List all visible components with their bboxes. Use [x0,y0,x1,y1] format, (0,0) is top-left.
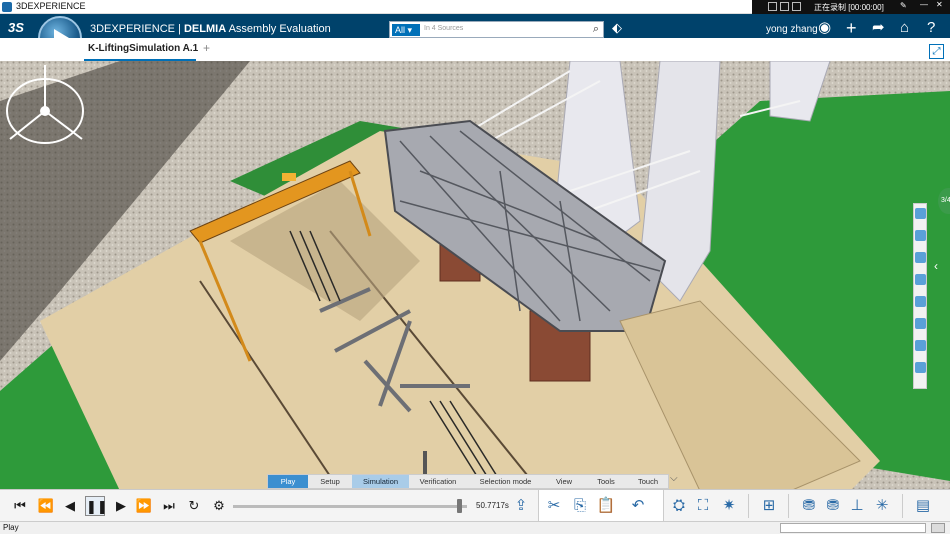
search-bar[interactable]: All ▾ In 4 Sources ⌕ [389,21,604,38]
search-scope-dropdown[interactable]: All ▾ [392,24,420,36]
help-icon[interactable]: ? [927,19,935,37]
mechanism-tool-icon[interactable]: ✷ [718,495,740,517]
tool-icon[interactable] [915,230,926,241]
chevron-down-icon[interactable]: ⌵ [670,473,682,487]
export-icon[interactable]: ⇪ [510,495,532,517]
device-tool-icon[interactable]: ⛶ [692,495,714,517]
scene-render [0,61,950,491]
user-name[interactable]: yong zhang [766,24,818,35]
tool-icon[interactable] [915,274,926,285]
tool-icon[interactable] [915,318,926,329]
tab-setup[interactable]: Setup [308,475,352,488]
tab-k-liftingsimulation[interactable]: K-LiftingSimulation A.1 [88,43,198,54]
tab-touch[interactable]: Touch [628,475,668,488]
home-icon[interactable]: ⌂ [900,19,909,37]
chevron-left-icon[interactable]: ‹ [934,259,938,273]
command-button[interactable] [931,523,945,533]
search-icon[interactable]: ⌕ [593,23,599,36]
copy-icon[interactable]: ⎘ [569,495,591,517]
compass-axis-y [44,110,83,140]
action-bar: ⏮ ⏪ ◀ ❚❚ ▶ ⏩ ⏭ ↻ ⚙ 50.7717s ⇪ ✂ ⎘ 📋 ↶ ⛭ … [0,489,950,522]
record-icon[interactable] [768,2,777,11]
add-tab-button[interactable]: + [203,41,210,55]
cut-icon[interactable]: ✂ [543,495,565,517]
app-title: 3DEXPERIENCE | DELMIA Assembly Evaluatio… [90,23,331,35]
analysis-tool-icon[interactable]: ✳ [871,495,893,517]
tool-icon[interactable] [915,296,926,307]
tool-icon[interactable] [915,340,926,351]
time-readout: 50.7717s [476,501,509,510]
skip-to-end-button[interactable]: ⏭ [159,496,179,516]
edit-tool-group: ✂ ⎘ 📋 ↶ [538,490,664,522]
tab-verification[interactable]: Verification [409,475,467,488]
minimize-button[interactable]: — [920,0,928,9]
save-icon[interactable]: ▤ [912,495,934,517]
tool-icon[interactable] [915,252,926,263]
document-tab-bar: K-LiftingSimulation A.1 + [0,38,950,61]
tab-play[interactable]: Play [268,475,308,488]
undo-icon[interactable]: ↶ [627,495,649,517]
status-bar: Play [0,521,950,534]
pause-record-icon[interactable] [780,2,789,11]
pause-button[interactable]: ❚❚ [85,496,108,516]
separator [902,494,903,518]
tag-icon[interactable]: ⬖ [612,20,622,36]
window-title: 3DEXPERIENCE [16,1,86,11]
close-button[interactable]: ✕ [936,0,943,9]
stop-record-icon[interactable] [792,2,801,11]
recording-bar: 正在录制 [00:00:00] ✎ — ✕ [752,0,950,14]
command-tabs: Play Setup Simulation Verification Selec… [267,474,669,489]
command-input[interactable] [780,523,926,533]
paste-icon[interactable]: 📋 [595,495,617,517]
tab-tools[interactable]: Tools [584,475,628,488]
step-back-button[interactable]: ⏪ [36,496,56,516]
compass-center [40,106,50,116]
3d-viewport[interactable]: 3/4 ‹ [0,61,950,491]
viewport-side-toolbar [913,203,927,389]
recording-status: 正在录制 [00:00:00] [814,3,884,12]
loop-button[interactable]: ↻ [184,496,204,516]
app-brand: DELMIA [183,23,227,35]
app-window-icon [2,2,12,12]
view-compass[interactable] [0,61,90,151]
add-icon[interactable]: + [846,19,857,37]
tool-icon[interactable] [915,208,926,219]
app-name: Assembly Evaluation [226,23,331,35]
tab-simulation[interactable]: Simulation [352,475,409,488]
assembly-tool-icon[interactable]: ⛃ [798,495,820,517]
separator [748,494,749,518]
tab-view[interactable]: View [544,475,584,488]
play-forward-button[interactable]: ▶ [111,496,131,516]
status-text: Play [3,523,19,532]
brand-name: 3DEXPERIENCE [90,23,175,35]
timeline-slider-thumb[interactable] [457,499,463,513]
compass-axis-x [9,110,46,140]
tab-selection-mode[interactable]: Selection mode [467,475,544,488]
skip-to-start-button[interactable]: ⏮ [10,496,30,516]
crane-trolley [282,173,296,181]
assembly-tool-icon[interactable]: ⛃ [822,495,844,517]
timeline-slider[interactable] [233,505,467,508]
step-forward-button[interactable]: ⏩ [134,496,154,516]
tool-icon[interactable] [915,362,926,373]
pen-icon[interactable]: ✎ [900,1,907,10]
search-input[interactable]: In 4 Sources [424,25,463,32]
hierarchy-tool-icon[interactable]: ⊞ [758,495,780,517]
share-icon[interactable]: ➦ [872,19,885,37]
play-backward-button[interactable]: ◀ [60,496,80,516]
settings-gear-icon[interactable]: ⚙ [209,496,229,516]
measure-tool-icon[interactable]: ⊥ [846,495,868,517]
user-icon[interactable]: ◉ [818,19,831,37]
expand-icon[interactable]: ⤢ [929,44,944,59]
separator [788,494,789,518]
robot-tool-icon[interactable]: ⛭ [668,495,690,517]
